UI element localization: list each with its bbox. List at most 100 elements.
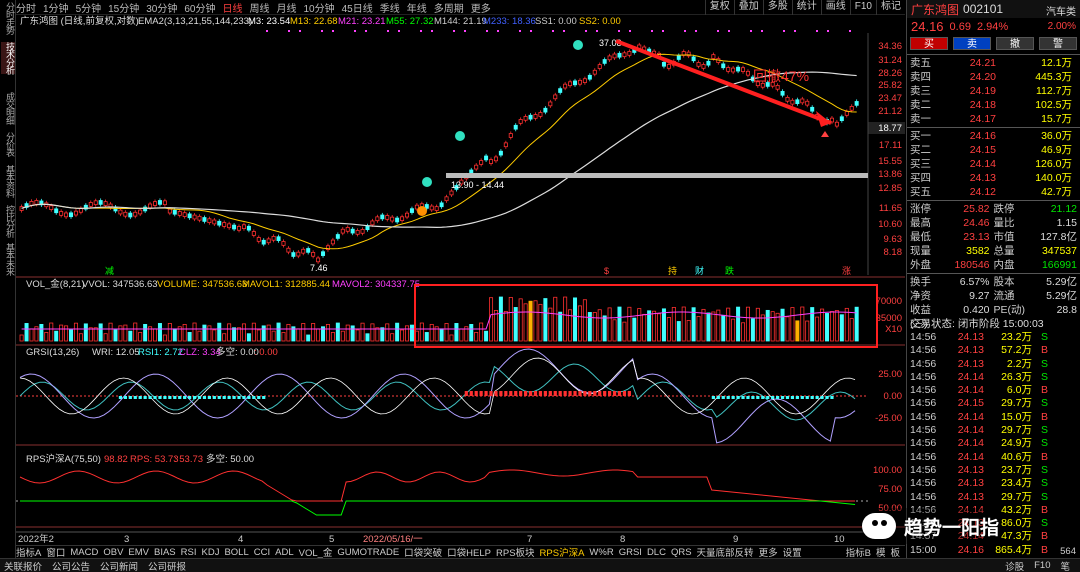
tick-row[interactable]: 14:56 24.15 29.7万 S (907, 397, 1080, 410)
ask-row[interactable]: 卖二 24.18 102.5万 (907, 98, 1080, 112)
ask-row[interactable]: 卖一 24.17 15.7万 (907, 112, 1080, 126)
indicator-tab-23[interactable]: 设置 (783, 545, 802, 559)
toolbar-btn-6[interactable]: 标记 (876, 0, 905, 15)
period-tab-11[interactable]: 季线 (380, 0, 400, 15)
trade-btn-0[interactable]: 买 (910, 37, 948, 50)
indicator-tab-22[interactable]: 更多 (759, 545, 778, 559)
ask-volume: 15.7万 (1041, 113, 1072, 125)
ask-row[interactable]: 卖四 24.20 445.3万 (907, 70, 1080, 84)
tick-row[interactable]: 14:56 24.14 40.6万 B (907, 451, 1080, 464)
tick-row[interactable]: 14:56 24.14 29.7万 S (907, 424, 1080, 437)
tick-row[interactable]: 14:56 24.13 23.7万 S (907, 464, 1080, 477)
tick-row[interactable]: 14:56 24.14 6.0万 B (907, 384, 1080, 397)
toolbar-btn-5[interactable]: F10 (849, 0, 876, 15)
tick-row[interactable]: 14:56 24.14 26.3万 S (907, 371, 1080, 384)
chart-area[interactable]: 广东鸿图 (日线,前复权,对数) EMA2(3,13,21,55,144,233)… (16, 15, 905, 545)
indicator-tab-24[interactable]: 指标B (846, 545, 871, 559)
indicator-tab-14[interactable]: 口袋HELP (447, 545, 491, 559)
period-tab-0[interactable]: 分时 (16, 0, 36, 15)
tick-row[interactable]: 15:00 24.16 865.4万 B (907, 544, 1080, 557)
indicator-tab-25[interactable]: 模 (876, 545, 886, 559)
tick-row[interactable]: 14:56 24.13 57.2万 B (907, 344, 1080, 357)
indicator-tab-1[interactable]: 窗口 (46, 545, 65, 559)
bid-row[interactable]: 买二 24.15 46.9万 (907, 143, 1080, 157)
period-tab-9[interactable]: 10分钟 (304, 0, 335, 15)
tick-price: 24.13 (957, 331, 984, 343)
indicator-tab-6[interactable]: RSI (181, 547, 197, 558)
period-tab-12[interactable]: 年线 (407, 0, 427, 15)
period-tab-1[interactable]: 1分钟 (43, 0, 69, 15)
indicator-tab-10[interactable]: ADL (275, 547, 293, 558)
indicator-tab-3[interactable]: OBV (103, 547, 123, 558)
indicator-tab-2[interactable]: MACD (70, 547, 98, 558)
trade-btn-1[interactable]: 卖 (953, 37, 991, 50)
period-tab-13[interactable]: 多周期 (434, 0, 464, 15)
vtab-0[interactable]: 分时走势 (1, 2, 15, 34)
tick-row[interactable]: 14:56 24.13 23.4万 S (907, 477, 1080, 490)
indicator-tab-16[interactable]: RPS沪深A (540, 545, 585, 559)
bid-row[interactable]: 买三 24.14 126.0万 (907, 157, 1080, 171)
ask-row[interactable]: 卖五 24.21 12.1万 (907, 56, 1080, 70)
vtab-2[interactable]: 成交明细 (1, 92, 15, 124)
status-item-2[interactable]: 公司新闻 (100, 559, 138, 572)
toolbar-btn-3[interactable]: 统计 (791, 0, 821, 15)
toolbar-btn-2[interactable]: 多股 (762, 0, 792, 15)
toolbar-btn-0[interactable]: 复权 (704, 0, 734, 15)
indicator-tab-17[interactable]: W%R (589, 547, 613, 558)
sector-name[interactable]: 汽车类 (1046, 3, 1076, 18)
period-tab-8[interactable]: 月线 (277, 0, 297, 15)
toolbar-btn-1[interactable]: 叠加 (733, 0, 763, 15)
bid-row[interactable]: 买五 24.12 42.7万 (907, 185, 1080, 199)
indicator-tab-26[interactable]: 板 (890, 545, 900, 559)
vtab-5[interactable]: 控比分析 (1, 205, 15, 237)
vtab-3[interactable]: 分价表 (1, 132, 15, 156)
period-tab-5[interactable]: 60分钟 (184, 0, 215, 15)
indicator-tab-19[interactable]: DLC (647, 547, 666, 558)
status-right-1[interactable]: F10 (1034, 560, 1050, 571)
indicator-tab-7[interactable]: KDJ (202, 547, 220, 558)
status-item-0[interactable]: 关联报价 (4, 559, 42, 572)
ask-row[interactable]: 卖三 24.19 112.7万 (907, 84, 1080, 98)
status-item-3[interactable]: 公司研报 (148, 559, 186, 572)
indicator-tab-11[interactable]: VOL_金 (299, 545, 333, 559)
indicator-tab-13[interactable]: 口袋突破 (404, 545, 442, 559)
toolbar-btn-4[interactable]: 画线 (820, 0, 850, 15)
period-tab-4[interactable]: 30分钟 (146, 0, 177, 15)
period-tab-14[interactable]: 更多 (471, 0, 491, 15)
vtab-4[interactable]: 基本资料 (1, 165, 15, 197)
status-right-0[interactable]: 诊股 (1005, 559, 1024, 572)
vtab-6[interactable]: 基本未来 (1, 243, 15, 275)
vol-axis-label: 70000 (876, 296, 902, 307)
tick-row[interactable]: 14:56 24.13 2.2万 S (907, 358, 1080, 371)
indicator-tab-12[interactable]: GUMOTRADE (337, 547, 399, 558)
status-item-1[interactable]: 公司公告 (52, 559, 90, 572)
bid-row[interactable]: 买四 24.13 140.0万 (907, 171, 1080, 185)
period-tab-7[interactable]: 周线 (250, 0, 270, 15)
period-tab-3[interactable]: 15分钟 (108, 0, 139, 15)
tick-row[interactable]: 14:56 24.14 24.9万 S (907, 437, 1080, 450)
indicator-tab-20[interactable]: QRS (671, 547, 692, 558)
stock-name: 广东鸿图 (911, 2, 960, 17)
period-tab-10[interactable]: 45日线 (342, 0, 373, 15)
tick-row[interactable]: 14:56 24.13 29.7万 S (907, 491, 1080, 504)
bid-row[interactable]: 买一 24.16 36.0万 (907, 129, 1080, 143)
status-right-2[interactable]: 笔 (1060, 559, 1070, 572)
indicator-tab-15[interactable]: RPS板块 (496, 545, 535, 559)
indicator-tab-5[interactable]: BIAS (154, 547, 176, 558)
indicator-tab-18[interactable]: GRSI (619, 547, 642, 558)
trade-btn-2[interactable]: 撤 (996, 37, 1034, 50)
tick-row[interactable]: 14:56 24.13 23.2万 S (907, 331, 1080, 344)
indicator-tab-8[interactable]: BOLL (224, 547, 248, 558)
trade-btn-3[interactable]: 警 (1039, 37, 1077, 50)
vtab-1[interactable]: 技术分析 (1, 42, 15, 74)
period-tab-6[interactable]: 日线 (223, 0, 243, 15)
indicator-tab-0[interactable]: 指标A (16, 545, 41, 559)
indicator-tab-4[interactable]: EMV (128, 547, 149, 558)
indicator-tab-21[interactable]: 天量底部反转 (697, 545, 754, 559)
tick-time: 14:56 (910, 463, 937, 476)
kline-chart-svg[interactable]: 广东鸿图 (日线,前复权,对数) EMA2(3,13,21,55,144,233)… (16, 15, 905, 545)
tick-row[interactable]: 14:56 24.14 15.0万 B (907, 411, 1080, 424)
indicator-tab-9[interactable]: CCI (254, 547, 270, 558)
period-tab-2[interactable]: 5分钟 (76, 0, 102, 15)
tick-time: 14:56 (910, 450, 937, 463)
